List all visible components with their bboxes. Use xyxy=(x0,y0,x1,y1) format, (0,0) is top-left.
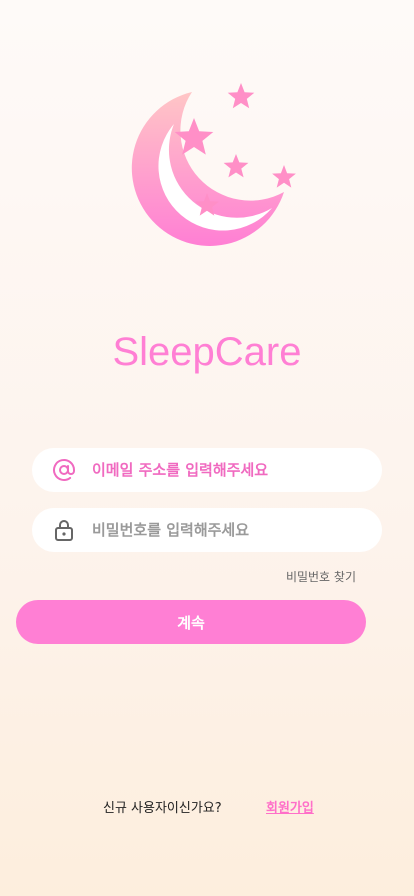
signup-link[interactable]: 회원가입 xyxy=(266,797,314,816)
crescent-moon-icon xyxy=(131,92,284,246)
sleepcare-logo xyxy=(131,83,296,246)
at-sign-icon xyxy=(53,458,75,481)
app-title: SleepCare xyxy=(112,330,302,374)
star-icon xyxy=(223,154,249,178)
continue-button[interactable]: 계속 xyxy=(16,600,366,644)
password-input[interactable] xyxy=(92,508,372,552)
password-field[interactable] xyxy=(32,508,382,552)
forgot-password-link[interactable]: 비밀번호 찾기 xyxy=(286,568,356,585)
signup-row: 신규 사용자이신가요? 회원가입 xyxy=(0,797,414,817)
star-icon xyxy=(227,83,255,109)
signup-prompt: 신규 사용자이신가요? xyxy=(103,801,222,816)
lock-icon xyxy=(55,520,73,541)
email-field[interactable] xyxy=(32,448,382,492)
star-icon xyxy=(272,165,296,188)
email-input[interactable] xyxy=(92,448,372,492)
